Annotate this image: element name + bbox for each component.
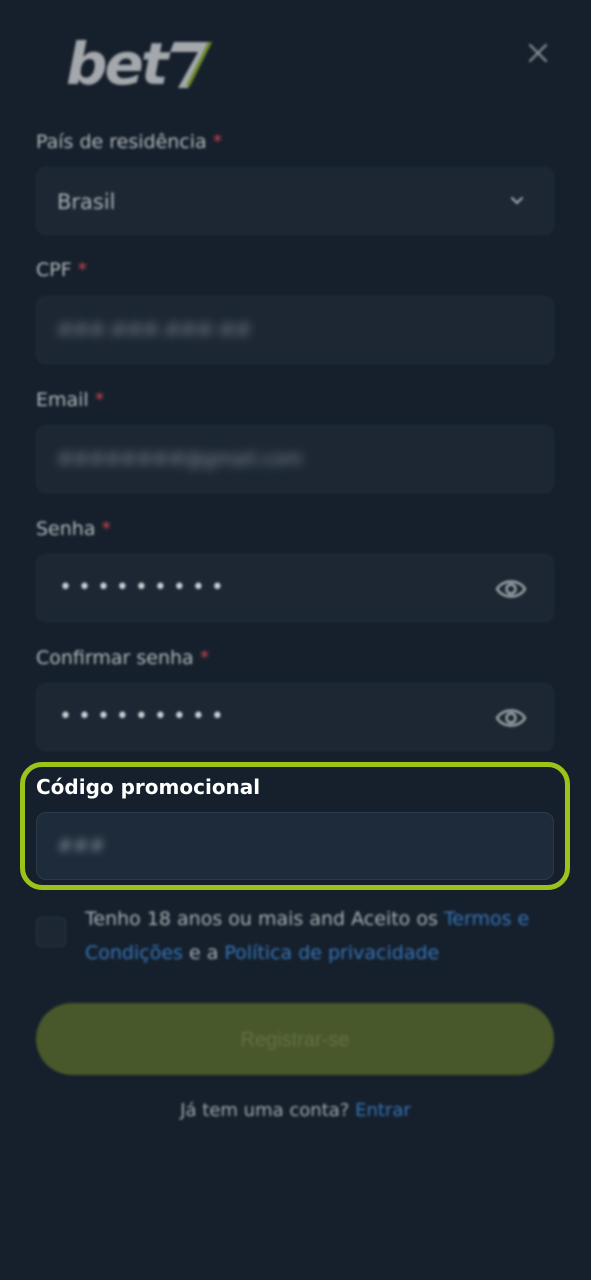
email-label-text: Email xyxy=(36,389,89,411)
country-select[interactable]: Brasil xyxy=(36,167,554,235)
terms-text: Tenho 18 anos ou mais and Aceito os Term… xyxy=(85,902,565,970)
required-mark: * xyxy=(77,259,88,281)
privacy-link[interactable]: Política de privacidade xyxy=(224,942,439,964)
logo-text: bet xyxy=(66,30,169,98)
email-field[interactable]: ########@gmail.com xyxy=(36,425,554,493)
registration-modal: bet País de residência * Brasil CPF * ###.… xyxy=(0,0,591,1280)
password-label-text: Senha xyxy=(36,518,96,540)
login-link[interactable]: Entrar xyxy=(355,1100,411,1121)
password-field[interactable]: ••••••••• xyxy=(36,554,554,622)
terms-text-part: e a xyxy=(182,942,225,964)
terms-checkbox[interactable] xyxy=(36,917,66,947)
required-mark: * xyxy=(94,389,105,411)
confirm-password-label-text: Confirmar senha xyxy=(36,647,194,669)
required-mark: * xyxy=(212,131,223,153)
close-icon[interactable] xyxy=(527,42,549,64)
promo-code-label: Código promocional xyxy=(36,775,261,799)
login-prompt-text: Já tem uma conta? xyxy=(180,1100,350,1121)
chevron-down-icon xyxy=(509,193,525,209)
password-value: ••••••••• xyxy=(59,575,230,600)
cpf-label: CPF * xyxy=(36,259,87,281)
promo-code-field[interactable]: ### xyxy=(36,812,554,880)
bet7-logo: bet xyxy=(66,32,212,96)
logo-seven-icon xyxy=(168,38,212,90)
confirm-password-label: Confirmar senha * xyxy=(36,647,209,669)
cpf-field[interactable]: ###.###.###-## xyxy=(36,296,554,364)
terms-text-part: Tenho 18 anos ou mais and Aceito os xyxy=(85,908,444,930)
login-prompt: Já tem uma conta? Entrar xyxy=(0,1100,591,1121)
confirm-password-value: ••••••••• xyxy=(59,704,230,729)
required-mark: * xyxy=(101,518,111,540)
promo-code-value: ### xyxy=(57,835,105,857)
cpf-label-text: CPF xyxy=(36,259,72,281)
cpf-value: ###.###.###-## xyxy=(57,319,252,341)
email-value: ########@gmail.com xyxy=(57,448,303,470)
confirm-password-field[interactable]: ••••••••• xyxy=(36,683,554,751)
country-value: Brasil xyxy=(57,190,116,214)
password-label: Senha * xyxy=(36,518,111,540)
country-label-text: País de residência xyxy=(36,131,207,153)
register-button[interactable]: Registrar-se xyxy=(36,1003,554,1075)
eye-icon[interactable] xyxy=(495,575,527,603)
eye-icon[interactable] xyxy=(495,704,527,732)
country-label: País de residência * xyxy=(36,131,222,153)
email-label: Email * xyxy=(36,389,104,411)
required-mark: * xyxy=(199,647,210,669)
